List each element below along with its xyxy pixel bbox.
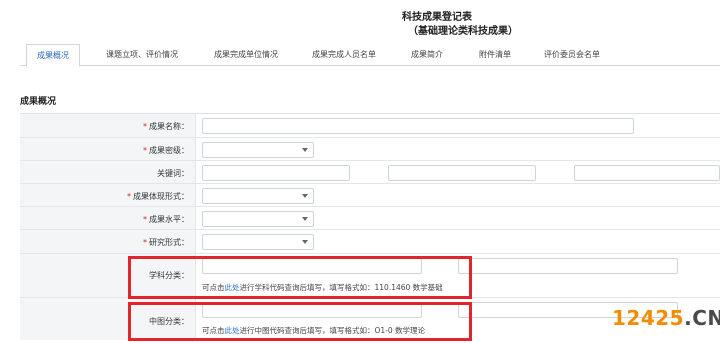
tab-personnel[interactable]: 成果完成人员名单 [312,44,376,66]
tab-bar: 成果概况 课题立项、评价情况 成果完成单位情况 成果完成人员名单 成果简介 附件… [20,44,720,67]
highlight-box-clc [128,302,472,341]
tab-project-evaluation[interactable]: 课题立项、评价情况 [106,44,178,66]
label-cell: * 研究形式： [20,230,196,253]
label-keywords: 关键词： [157,169,189,178]
page-title: 科技成果登记表 [402,12,472,23]
discipline-input-2[interactable] [458,258,678,274]
name-input[interactable] [202,118,634,134]
required-mark: * [143,215,147,224]
required-mark: * [143,146,147,155]
required-mark: * [143,238,147,247]
required-mark: * [143,122,147,131]
tab-summary[interactable]: 成果简介 [411,44,443,66]
chevron-down-icon [302,217,308,221]
keyword-input-1[interactable] [202,165,350,181]
chevron-down-icon [302,194,308,198]
label-cell: * 成果名称： [20,114,196,137]
watermark-suffix: .CN [684,306,720,330]
row-keywords: 关键词： [20,161,720,184]
watermark-logo: 12425.CN [612,306,720,330]
label-research-type: 研究形式： [149,238,189,247]
level-select[interactable] [202,211,314,227]
form-type-select[interactable] [202,188,314,204]
secret-level-select[interactable] [202,142,314,158]
row-name: * 成果名称： [20,114,720,138]
label-name: 成果名称： [149,122,189,131]
label-cell: * 成果水平： [20,207,196,229]
keyword-input-3[interactable] [574,165,720,181]
required-mark: * [127,192,131,201]
row-level: * 成果水平： [20,207,720,230]
page-subtitle: （基础理论类科技成果） [408,26,518,37]
highlight-box-discipline [128,256,472,299]
keyword-input-2[interactable] [388,165,536,181]
watermark-number: 12425 [612,306,685,330]
research-type-select[interactable] [202,234,314,250]
label-cell: 关键词： [20,161,196,183]
tab-attachments[interactable]: 附件清单 [479,44,511,66]
label-form-type: 成果体现形式： [133,192,189,201]
chevron-down-icon [302,148,308,152]
tab-overview[interactable]: 成果概况 [26,44,80,67]
chevron-down-icon [302,240,308,244]
row-research-type: * 研究形式： [20,230,720,254]
tab-committee[interactable]: 评价委员会名单 [544,44,600,66]
label-secret-level: 成果密级： [149,146,189,155]
tab-units[interactable]: 成果完成单位情况 [214,44,278,66]
row-form-type: * 成果体现形式： [20,184,720,207]
label-cell: * 成果体现形式： [20,184,196,206]
section-title: 成果概况 [20,97,57,107]
row-secret-level: * 成果密级： [20,138,720,161]
label-cell: * 成果密级： [20,138,196,160]
label-level: 成果水平： [149,215,189,224]
